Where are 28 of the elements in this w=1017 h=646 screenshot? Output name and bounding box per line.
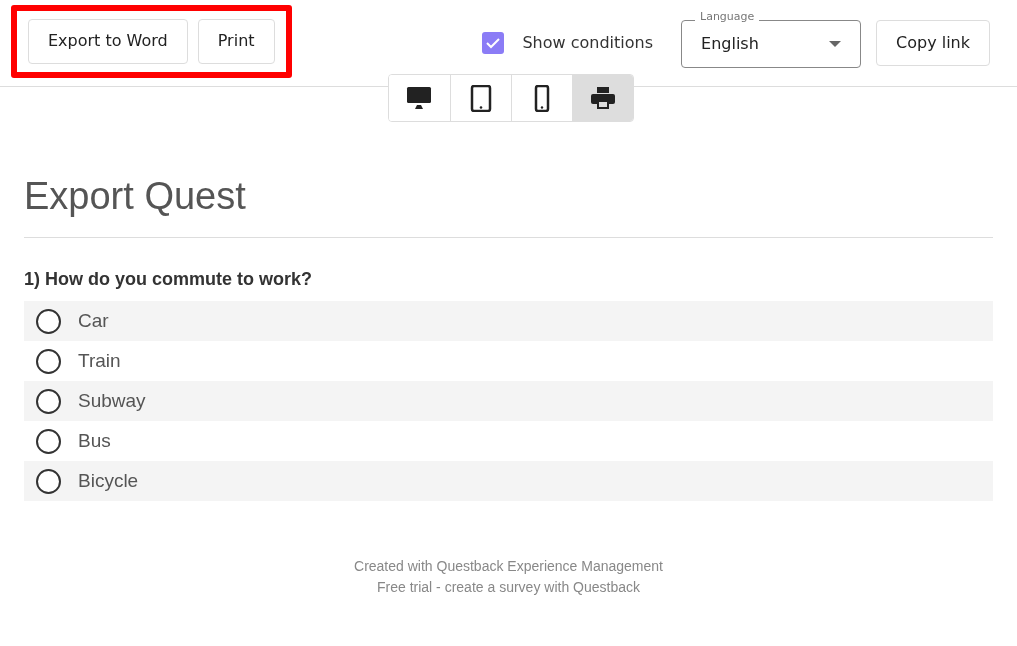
toolbar-button[interactable]: Print	[197, 18, 275, 64]
answer-option[interactable]: Bicycle	[24, 461, 993, 502]
radio-button[interactable]	[36, 388, 61, 414]
answer-option[interactable]: Subway	[24, 381, 993, 422]
checkbox-label: Show conditions	[522, 32, 654, 54]
copy-link-button[interactable]: Copy link	[876, 20, 990, 66]
option-label: Bicycle	[78, 469, 139, 494]
option-label: Bus	[78, 429, 111, 454]
question-text: 1) How do you commute to work?	[24, 268, 313, 292]
radio-button[interactable]	[36, 428, 61, 454]
radio-button[interactable]	[36, 468, 61, 494]
checkmark-icon	[485, 35, 502, 51]
field-label: Language	[695, 10, 760, 22]
device-tab[interactable]	[571, 75, 633, 121]
radio-button[interactable]	[36, 348, 61, 374]
option-label: Subway	[78, 389, 146, 414]
option-label: Train	[78, 349, 121, 374]
radio-button[interactable]	[36, 308, 61, 334]
footer-text: Created with Questback Experience Management	[354, 557, 663, 577]
survey-title: Export Quest	[24, 172, 993, 239]
toolbar-button[interactable]: Export to Word	[28, 18, 188, 64]
caret-icon	[829, 40, 842, 47]
checkbox[interactable]	[482, 32, 505, 54]
answer-option[interactable]: Car	[24, 301, 993, 342]
monitor-icon	[406, 84, 432, 112]
option-label: Car	[78, 309, 109, 334]
printer-icon	[589, 84, 616, 112]
footer-text: Free trial - create a survey with Questback	[377, 578, 640, 598]
